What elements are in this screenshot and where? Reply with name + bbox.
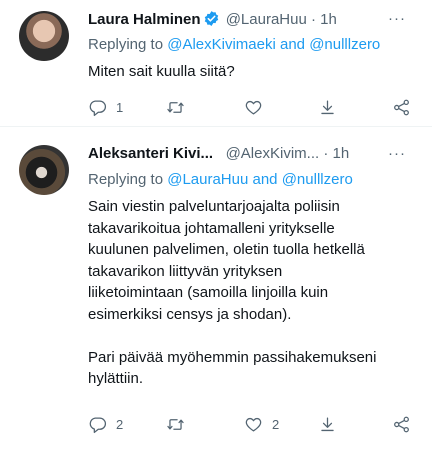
tweet[interactable]: Laura Halminen @LauraHuu · 1h ··· Replyi… [0,0,432,126]
retweet-button[interactable] [166,96,194,118]
retweet-icon [167,101,184,113]
like-icon [245,417,262,431]
reply-button[interactable]: 2 [88,413,123,435]
reply-icon [89,417,106,433]
mention-link[interactable]: @AlexKivimaeki [167,36,276,53]
bookmark-button[interactable] [318,96,337,118]
author-name[interactable]: Aleksanteri Kivi... [88,145,213,162]
author-name[interactable]: Laura Halminen [88,11,201,28]
mention-and[interactable]: and [280,36,305,53]
timestamp[interactable]: 1h [333,145,350,162]
author-handle[interactable]: @AlexKivim... [226,145,320,162]
like-icon [245,100,262,114]
more-icon[interactable]: ··· [388,10,406,27]
avatar[interactable] [19,11,69,61]
reply-count: 2 [116,416,124,432]
avatar[interactable] [19,145,69,195]
replying-to-label: Replying to [88,171,164,188]
like-count: 2 [272,416,280,432]
reply-button[interactable]: 1 [88,96,123,118]
share-icon [394,416,409,432]
tweet-header: Laura Halminen @LauraHuu · 1h ··· [88,10,420,30]
share-button[interactable] [392,96,411,118]
retweet-icon [167,418,184,430]
bookmark-button[interactable] [318,413,337,435]
tweet-header: Aleksanteri Kivi... @AlexKivim... · 1h ·… [88,145,420,165]
tweet[interactable]: Aleksanteri Kivi... @AlexKivim... · 1h ·… [0,126,432,453]
like-button[interactable]: 2 [244,413,279,435]
replying-to: Replying to @LauraHuu and @nulllzero [88,171,353,188]
more-icon[interactable]: ··· [388,145,406,162]
tweet-text: Miten sait kuulla siitä? [88,63,235,80]
mention-link[interactable]: @LauraHuu [167,171,248,188]
tweet-actions: 1 [88,96,418,118]
retweet-button[interactable] [166,413,194,435]
reply-count: 1 [116,99,124,115]
mention-and[interactable]: and [253,171,278,188]
replying-to: Replying to @AlexKivimaeki and @nulllzer… [88,36,380,53]
verified-badge-icon [204,11,218,26]
timestamp[interactable]: 1h [320,11,337,28]
mention-link[interactable]: @nulllzero [309,36,380,53]
like-button[interactable] [244,96,272,118]
time-separator: · [310,11,316,28]
bookmark-icon [321,417,334,431]
tweet-actions: 2 2 [88,413,418,435]
share-button[interactable] [392,413,411,435]
bookmark-icon [321,100,334,114]
replying-to-label: Replying to [88,36,164,53]
mention-link[interactable]: @nulllzero [282,171,353,188]
time-separator: · [323,145,329,162]
author-handle[interactable]: @LauraHuu [226,11,307,28]
tweet-text: Sain viestin palveluntarjoajalta poliisi… [88,198,377,387]
reply-icon [89,100,106,116]
share-icon [394,99,409,115]
